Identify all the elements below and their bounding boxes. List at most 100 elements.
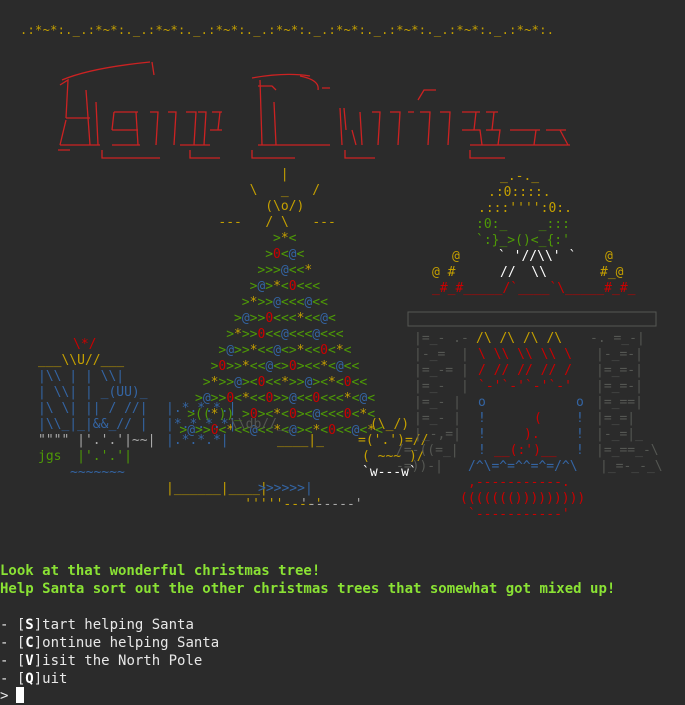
tree-line: >0<@< <box>265 247 304 262</box>
svg-text:|=_=|: |=_=| <box>596 411 635 426</box>
svg-text:|_=-_-_\: |_=-_-_\ <box>600 459 663 474</box>
tree-line: >*>>@><0<<*>>@><*<0<< <box>203 375 368 390</box>
svg-text:`-----------': `-----------' <box>468 507 570 522</box>
svg-text:-=))-|: -=))-| <box>396 459 443 474</box>
svg-text:|=_==_-\: |=_==_-\ <box>596 443 659 458</box>
svg-text:"""" |'.'.'|~~|: """" |'.'.'|~~| <box>38 433 155 448</box>
svg-text:o: o <box>576 395 584 410</box>
prompt-symbol: > <box>0 688 9 704</box>
tree-line: >*< <box>273 231 297 246</box>
svg-text:/\ /\ /\ /\: /\ /\ /\ /\ <box>476 331 562 346</box>
svg-text:|=_=-|: |=_=-| <box>596 363 643 378</box>
svg-text:|\ \| || / //|: |\ \| || / //| <box>38 401 148 416</box>
svg-text:|\\_|_|&&_// |: |\\_|_|&&_// | <box>38 417 148 432</box>
svg-text:~~~~~~~: ~~~~~~~ <box>70 465 125 480</box>
tree-line: >@>*<0<<< <box>250 279 321 294</box>
svg-text:@: @ <box>605 249 613 264</box>
svg-text:____|_: ____|_ <box>230 433 324 448</box>
svg-text:// \\: // \\ <box>500 265 547 280</box>
svg-text:_#_#_____/`____`\_____#_#_: _#_#_____/`____`\_____#_#_ <box>432 281 636 296</box>
svg-text:>>>>>>|: >>>>>>| <box>258 481 313 496</box>
svg-text:!: ! <box>478 411 486 426</box>
svg-text:`:}_>()<_{:': `:}_>()<_{:' <box>476 233 570 248</box>
svg-text:|______|____|: |______|____| <box>166 481 268 496</box>
svg-text:(\_/): (\_/) <box>370 417 409 432</box>
svg-text:\ \\ \\ \\ \: \ \\ \\ \\ \ <box>478 347 572 362</box>
tree-line: >*>>0<<@<<<@<<< <box>226 327 344 342</box>
tree-line: >*>>@<<<@<< <box>242 295 328 310</box>
svg-text:-. =_-|: -. =_-| <box>590 331 645 346</box>
tree-line: >@>>*<<@<>*<<0<*< <box>218 343 351 358</box>
santa: _.-._ .:0::::. .:::'''':0:. :0:_ _::: `:… <box>432 169 636 296</box>
menu-quit-label: ]uit <box>33 671 68 687</box>
svg-text:|=_- |: |=_- | <box>414 411 461 426</box>
svg-text:!: ! <box>576 427 584 442</box>
svg-text:|-_=-|: |-_=-| <box>596 347 643 362</box>
svg-text:\\db//__: \\db//__ <box>230 417 293 432</box>
svg-text:o: o <box>478 395 486 410</box>
tree-line: --- / \ --- <box>218 215 335 230</box>
garland-banner: .:*~*:._.:*~*:._.:*~*:._.:*~*:._.:*~*:._… <box>20 23 555 37</box>
menu-visit-prefix: - [ <box>0 653 26 669</box>
svg-text:@: @ <box>452 249 460 264</box>
terminal-window: .:*~*:._.:*~*:._.:*~*:._.:*~*:._.:*~*:._… <box>0 0 685 705</box>
tree-line: \ _ / <box>250 183 320 198</box>
menu-quit-key: Q <box>25 671 34 687</box>
menu-continue-key: C <box>25 635 34 651</box>
menu-visit[interactable]: - [V]isit the North Pole <box>0 653 202 669</box>
svg-text:.:0::::.: .:0::::. <box>488 185 551 200</box>
menu-quit[interactable]: - [Q]uit <box>0 671 67 687</box>
menu-continue[interactable]: - [C]ontinue helping Santa <box>0 635 219 651</box>
svg-text:((((((())))))))): ((((((())))))))) <box>460 491 585 506</box>
svg-text:!: ! <box>478 427 486 442</box>
svg-text:#_@: #_@ <box>600 265 624 280</box>
svg-text:).: ). <box>524 427 540 442</box>
svg-text:|=_=-|: |=_=-| <box>596 379 643 394</box>
menu-quit-prefix: - [ <box>0 671 26 687</box>
svg-text::0:_ _:::: :0:_ _::: <box>476 217 570 232</box>
menu-start[interactable]: - [S]tart helping Santa <box>0 617 194 633</box>
tree-line: >@>>0<<<*<<@< <box>234 311 336 326</box>
menu-continue-label: ]ontinue helping Santa <box>33 635 220 651</box>
svg-text:/^\=^=^^=^=/^\: /^\=^=^^=^=/^\ <box>468 459 578 474</box>
svg-text:|.*.*.*.|: |.*.*.*.| <box>166 401 236 416</box>
svg-text:|.*.*.*|: |.*.*.*| <box>166 433 229 448</box>
menu-visit-label: ]isit the North Pole <box>33 653 203 669</box>
svg-text:`-'`-'`-'`-': `-'`-'`-'`-' <box>478 379 572 394</box>
tree-line: >>>@<<* <box>257 263 312 278</box>
svg-text:` '//\\' `: ` '//\\' ` <box>498 249 576 264</box>
svg-text:!: ! <box>576 411 584 426</box>
message-tree: Look at that wonderful christmas tree! <box>0 563 321 579</box>
svg-text:jgs |'.'.'|: jgs |'.'.'| <box>38 449 132 464</box>
tree-pot: |______|____| >>>>>>| '''''----' '------… <box>166 481 363 512</box>
text-cursor[interactable] <box>16 687 25 703</box>
command-prompt[interactable]: > <box>0 687 25 704</box>
merry-christmas-title <box>58 61 570 159</box>
svg-text:|-_= |: |-_= | <box>414 347 469 362</box>
menu-start-label: ]tart helping Santa <box>33 617 194 633</box>
message-help-santa: Help Santa sort out the other christmas … <box>0 581 616 597</box>
svg-text:,-----------.: ,-----------. <box>468 475 570 490</box>
svg-text:|=_- |: |=_- | <box>414 379 469 394</box>
tree-line: >0>>*<<@<>0><<*<@<< <box>211 359 360 374</box>
svg-text:|_-,=|: |_-,=| <box>414 427 461 442</box>
svg-text:| \\| | _(UU)_: | \\| | _(UU)_ <box>38 385 148 400</box>
svg-text:/ // // // /: / // // // / <box>478 363 572 378</box>
svg-text:@ #: @ # <box>432 265 456 280</box>
svg-text:!: ! <box>478 443 486 458</box>
svg-text:|*.*.*.*|: |*.*.*.*| <box>166 417 236 432</box>
svg-text:|=_- .-: |=_- .- <box>414 331 469 346</box>
svg-text:.:::'''':0:.: .:::'''':0:. <box>478 201 572 216</box>
svg-text:|-_=|_: |-_=|_ <box>596 427 643 442</box>
menu-visit-key: V <box>25 653 34 669</box>
svg-text:__(:')__: __(:')__ <box>494 443 557 458</box>
svg-text:___\\U//___: ___\\U//___ <box>38 353 124 368</box>
svg-text:/=-((=_|: /=-((=_| <box>396 443 459 458</box>
menu-start-key: S <box>25 617 34 633</box>
svg-text:|=_-= |: |=_-= | <box>414 363 469 378</box>
fireplace: |=_- .- /\ /\ /\ /\ -. =_-| |-_= | \ \\ … <box>396 311 663 522</box>
menu-continue-prefix: - [ <box>0 635 26 651</box>
svg-text:'------': '------' <box>300 497 363 512</box>
svg-text:\*/: \*/ <box>73 337 96 352</box>
svg-text:(: ( <box>534 411 542 426</box>
